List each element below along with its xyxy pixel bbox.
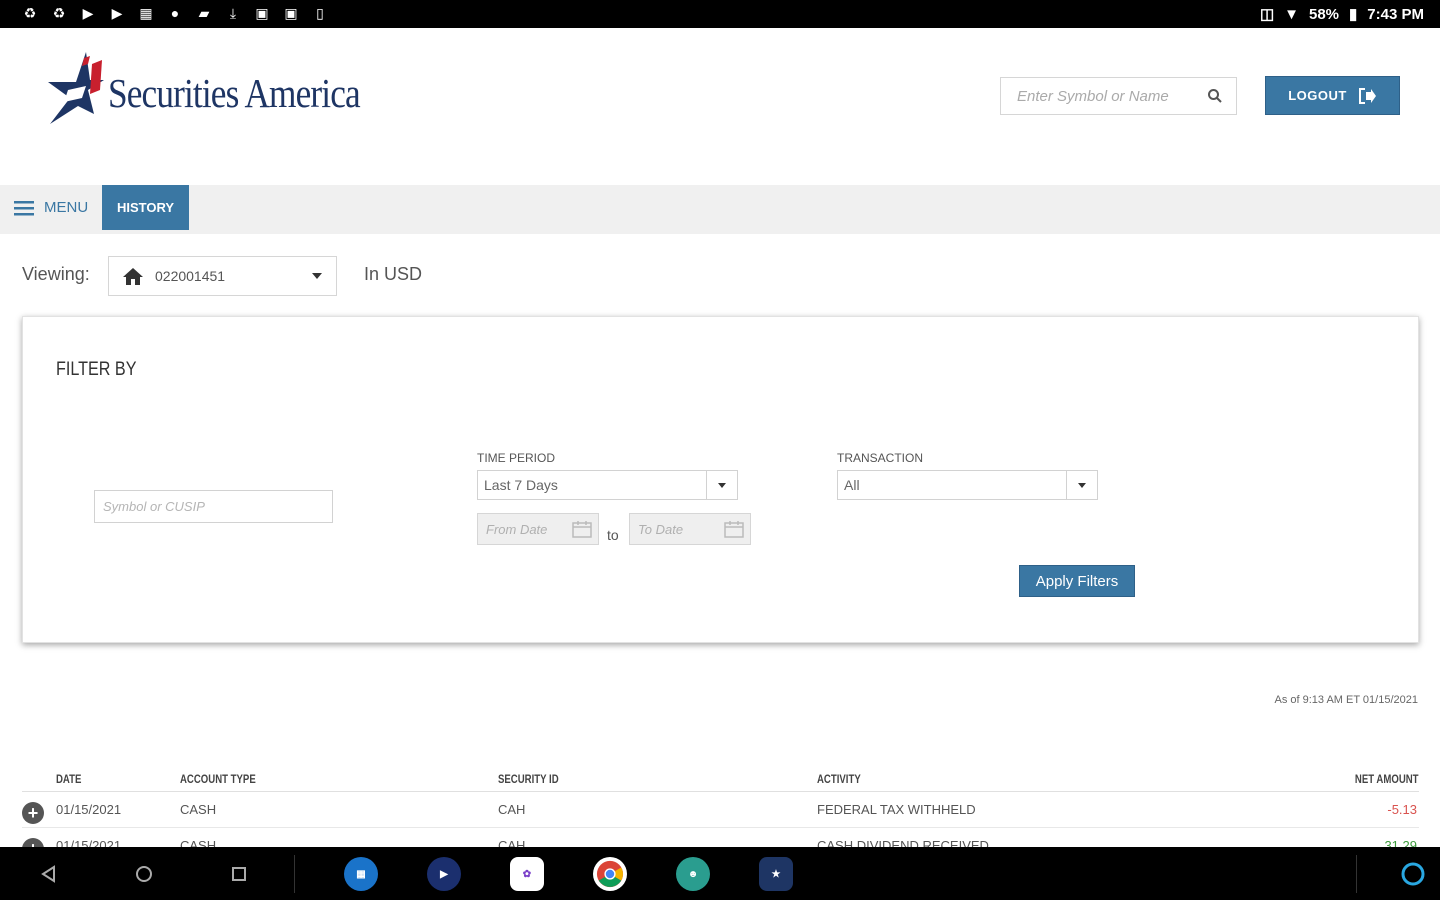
home-button-icon[interactable] bbox=[131, 861, 157, 887]
chrome-app-icon[interactable] bbox=[593, 857, 627, 891]
column-header-account-type[interactable]: ACCOUNT TYPE bbox=[180, 772, 256, 786]
expand-row-icon[interactable]: + bbox=[22, 802, 44, 824]
menu-toggle[interactable]: MENU bbox=[14, 199, 88, 216]
logout-icon bbox=[1358, 87, 1376, 104]
image-icon: ▣ bbox=[255, 4, 269, 21]
logout-button[interactable]: LOGOUT bbox=[1265, 76, 1400, 115]
chevron-down-icon bbox=[1066, 471, 1097, 499]
menu-bar: MENU HISTORY bbox=[0, 185, 1440, 234]
menu-label: MENU bbox=[44, 199, 89, 216]
symbol-search-input[interactable] bbox=[1001, 78, 1197, 114]
logout-label: LOGOUT bbox=[1288, 88, 1347, 103]
recycle-icon: ♻ bbox=[23, 4, 37, 21]
android-navigation-bar: ▦ ▶ ✿ ☻ ★ bbox=[0, 847, 1440, 900]
home-icon bbox=[123, 267, 143, 285]
filter-title: FILTER BY bbox=[56, 359, 137, 380]
transaction-label: TRANSACTION bbox=[837, 451, 924, 465]
row-date: 01/15/2021 bbox=[56, 802, 122, 817]
calendar-icon[interactable] bbox=[572, 520, 592, 538]
transaction-value: All bbox=[844, 477, 860, 493]
column-header-security-id[interactable]: SECURITY ID bbox=[498, 772, 559, 786]
account-number: 022001451 bbox=[155, 268, 226, 284]
chevron-down-icon bbox=[706, 471, 737, 499]
recents-icon[interactable] bbox=[226, 861, 252, 887]
to-date-field[interactable]: To Date bbox=[629, 513, 751, 545]
youtube-icon: ▶ bbox=[111, 4, 123, 21]
star-logo-icon bbox=[48, 52, 104, 124]
apply-filters-button[interactable]: Apply Filters bbox=[1019, 565, 1135, 597]
android-status-bar: ♻ ♻ ▶ ▶ ▦ ● ▰ ⤓ ▣ ▣ ▯ ◫ ▼ 58% ▮ 7:43 PM bbox=[0, 0, 1440, 28]
column-header-activity[interactable]: ACTIVITY bbox=[817, 772, 861, 786]
notification-icons: ♻ ♻ ▶ ▶ ▦ ● ▰ ⤓ ▣ ▣ ▯ bbox=[20, 4, 330, 22]
android-app-icon[interactable]: ☻ bbox=[676, 857, 710, 891]
calendar-app-icon[interactable]: ▦ bbox=[344, 857, 378, 891]
securities-america-app-icon[interactable]: ★ bbox=[759, 857, 793, 891]
filter-panel: FILTER BY TIME PERIOD Last 7 Days From D… bbox=[22, 316, 1419, 643]
wifi-icon: ▼ bbox=[1284, 5, 1299, 23]
row-account-type: CASH bbox=[180, 802, 217, 817]
search-icon[interactable] bbox=[1197, 78, 1233, 114]
column-header-net-amount[interactable]: NET AMOUNT bbox=[1355, 772, 1419, 786]
symbol-cusip-input[interactable] bbox=[94, 490, 333, 523]
time-period-value: Last 7 Days bbox=[484, 477, 558, 493]
image-icon: ▣ bbox=[284, 4, 298, 21]
symbol-search[interactable] bbox=[1000, 77, 1237, 115]
time-period-select[interactable]: Last 7 Days bbox=[477, 470, 738, 500]
hamburger-icon bbox=[14, 200, 34, 215]
currency-label: In USD bbox=[364, 264, 423, 284]
nav-divider bbox=[294, 855, 295, 893]
download-icon: ⤓ bbox=[229, 4, 237, 21]
clock: 7:43 PM bbox=[1367, 5, 1424, 23]
row-security-id: CAH bbox=[498, 802, 526, 817]
row-net-amount: -5.13 bbox=[1387, 802, 1417, 817]
vibrate-icon: ◫ bbox=[1259, 6, 1275, 23]
youtube-icon: ▶ bbox=[82, 4, 94, 21]
table-row[interactable]: + 01/15/2021 CASH CAH FEDERAL TAX WITHHE… bbox=[22, 792, 1419, 828]
date-range-to: to bbox=[607, 527, 619, 543]
history-table-header: DATE ACCOUNT TYPE SECURITY ID ACTIVITY N… bbox=[22, 770, 1419, 792]
calendar-icon: ▦ bbox=[139, 4, 153, 21]
viewing-label: Viewing: bbox=[22, 264, 90, 284]
as-of-timestamp: As of 9:13 AM ET 01/15/2021 bbox=[1274, 694, 1418, 706]
chevron-down-icon bbox=[312, 273, 322, 279]
calendar-icon[interactable] bbox=[724, 520, 744, 538]
photos-app-icon[interactable]: ✿ bbox=[510, 857, 544, 891]
from-date-placeholder: From Date bbox=[486, 521, 548, 537]
transaction-select[interactable]: All bbox=[837, 470, 1098, 500]
prime-video-app-icon[interactable]: ▶ bbox=[427, 857, 461, 891]
battery-icon: ▮ bbox=[1349, 6, 1358, 23]
tab-history[interactable]: HISTORY bbox=[102, 185, 189, 230]
phone-icon: ▯ bbox=[316, 4, 324, 21]
battery-level: 58% bbox=[1309, 5, 1340, 23]
account-select[interactable]: 022001451 bbox=[108, 256, 337, 296]
recycle-icon: ♻ bbox=[52, 4, 66, 21]
securities-america-logo[interactable]: Securities America bbox=[46, 50, 401, 126]
to-date-placeholder: To Date bbox=[638, 521, 684, 537]
nav-divider bbox=[1356, 855, 1357, 893]
column-header-date[interactable]: DATE bbox=[56, 772, 81, 786]
folder-icon: ▰ bbox=[198, 4, 210, 21]
messenger-icon: ● bbox=[170, 5, 180, 21]
assistant-icon[interactable] bbox=[1400, 861, 1426, 887]
logo-text: Securities America bbox=[108, 70, 361, 116]
system-status: ◫ ▼ 58% ▮ 7:43 PM bbox=[1259, 5, 1424, 24]
time-period-label: TIME PERIOD bbox=[477, 451, 556, 465]
row-activity: FEDERAL TAX WITHHELD bbox=[817, 802, 976, 817]
from-date-field[interactable]: From Date bbox=[477, 513, 599, 545]
back-icon[interactable] bbox=[36, 861, 62, 887]
